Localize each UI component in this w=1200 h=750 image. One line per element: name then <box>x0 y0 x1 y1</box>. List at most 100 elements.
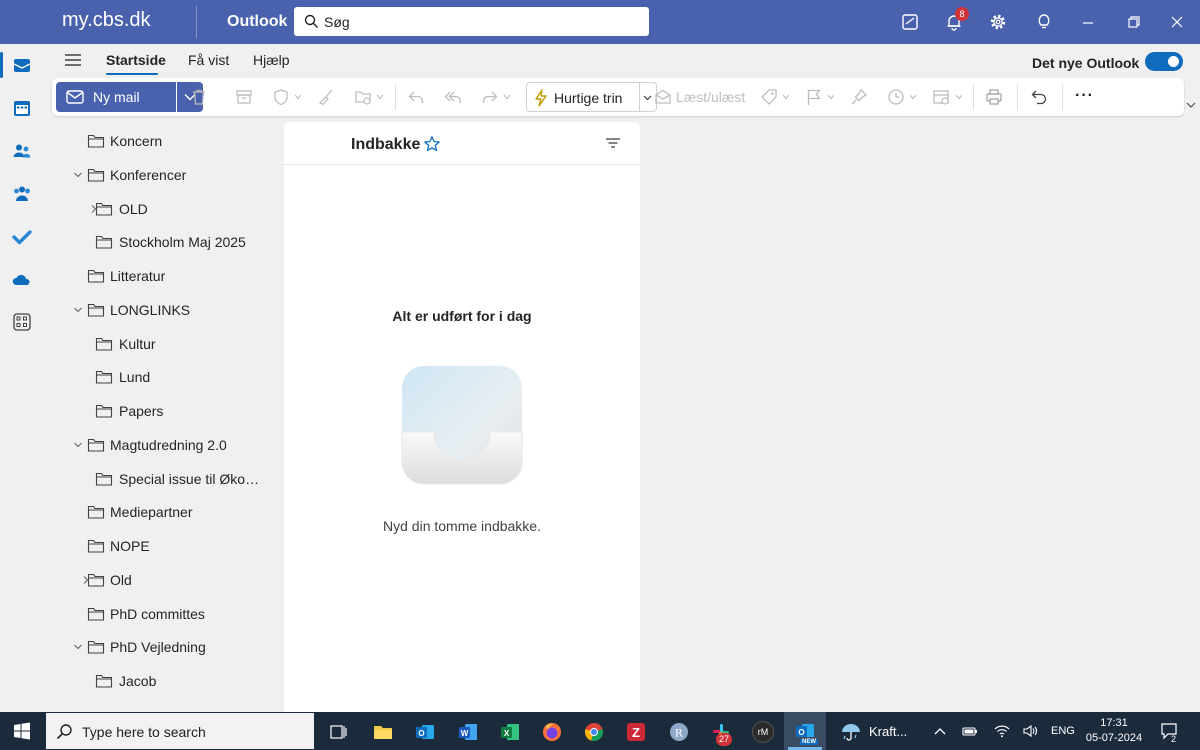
search-input[interactable] <box>324 11 634 32</box>
weather-label[interactable]: Kraft... <box>869 724 907 739</box>
archive-icon[interactable] <box>235 88 253 106</box>
folder-icon <box>95 404 113 418</box>
close-icon[interactable] <box>1167 12 1187 32</box>
gear-icon[interactable] <box>988 12 1008 32</box>
folder-item[interactable]: Kultur <box>44 333 274 359</box>
folder-label: PhD Vejledning <box>110 639 206 656</box>
folder-item[interactable]: Stockholm Maj 2025 <box>44 231 274 257</box>
new-mail-button[interactable]: Ny mail <box>56 82 176 112</box>
more-options-button[interactable]: ··· <box>1075 87 1094 105</box>
folder-icon <box>87 607 105 621</box>
snooze-clock-icon[interactable] <box>887 88 905 106</box>
minimize-icon[interactable] <box>1078 12 1098 32</box>
windows-start-icon[interactable] <box>13 722 31 740</box>
folder-item[interactable]: Magtudredning 2.0 <box>44 434 274 460</box>
report-shield-icon[interactable] <box>272 88 290 106</box>
folder-item[interactable]: Old <box>44 569 274 595</box>
folder-item[interactable]: PhD committes <box>44 603 274 629</box>
print-icon[interactable] <box>985 88 1003 106</box>
battery-icon[interactable] <box>962 724 978 738</box>
file-explorer-icon[interactable] <box>372 721 394 743</box>
firefox-icon[interactable] <box>541 721 563 743</box>
chevron-down-icon[interactable] <box>73 305 83 315</box>
folder-item[interactable]: Litteratur <box>44 265 274 291</box>
forward-icon[interactable] <box>481 88 499 106</box>
onedrive-icon[interactable] <box>12 270 32 290</box>
chevron-down-icon[interactable] <box>73 170 83 180</box>
weather-umbrella-icon[interactable] <box>840 721 862 743</box>
taskbar-search[interactable]: Type here to search <box>46 713 314 749</box>
chevron-down-icon[interactable] <box>909 93 917 101</box>
lightning-icon <box>535 89 547 107</box>
chevron-down-icon[interactable] <box>376 93 384 101</box>
quick-steps-button[interactable]: Hurtige trin <box>526 82 640 112</box>
folder-item[interactable]: Konferencer <box>44 164 274 190</box>
tab-help[interactable]: Hjælp <box>253 52 290 68</box>
volume-icon[interactable] <box>1022 724 1038 738</box>
folder-label: Stockholm Maj 2025 <box>119 234 246 251</box>
rules-icon[interactable] <box>932 88 950 106</box>
mail-icon[interactable] <box>12 55 32 75</box>
ribbon-expand-icon[interactable] <box>1186 101 1196 109</box>
chevron-up-icon[interactable] <box>932 724 948 738</box>
chevron-down-icon[interactable] <box>955 93 963 101</box>
folder-item[interactable]: Papers <box>44 400 274 426</box>
read-unread-button[interactable]: Læst/ulæst <box>654 88 745 109</box>
flag-icon[interactable] <box>805 88 823 106</box>
pin-icon[interactable] <box>850 88 868 106</box>
r-icon[interactable]: R <box>668 721 690 743</box>
folder-item[interactable]: Lund <box>44 366 274 392</box>
filter-icon[interactable] <box>605 136 621 150</box>
chevron-down-icon[interactable] <box>827 93 835 101</box>
chrome-icon[interactable] <box>583 721 605 743</box>
folder-item[interactable]: OLD <box>44 198 274 224</box>
folder-icon <box>87 573 105 587</box>
lightbulb-icon[interactable] <box>1034 12 1054 32</box>
folder-item[interactable]: LONGLINKS <box>44 299 274 325</box>
calendar-icon[interactable] <box>12 98 32 118</box>
new-outlook-toggle[interactable] <box>1145 52 1183 71</box>
chevron-down-icon[interactable] <box>782 93 790 101</box>
people-icon[interactable] <box>12 141 32 161</box>
remarkable-icon[interactable]: rM <box>752 721 774 743</box>
sweep-icon[interactable] <box>317 88 335 106</box>
wifi-icon[interactable] <box>994 724 1010 738</box>
my-day-icon[interactable] <box>900 12 920 32</box>
chevron-down-icon[interactable] <box>294 93 302 101</box>
tag-icon[interactable] <box>760 88 778 106</box>
apps-icon[interactable] <box>12 312 32 332</box>
move-to-folder-icon[interactable] <box>354 88 372 106</box>
chevron-down-icon[interactable] <box>503 93 511 101</box>
folder-item[interactable]: Koncern <box>44 130 274 156</box>
todo-icon[interactable] <box>12 227 32 247</box>
folder-item[interactable]: Mediepartner <box>44 501 274 527</box>
folder-item[interactable]: NOPE <box>44 535 274 561</box>
reply-all-icon[interactable] <box>444 88 462 106</box>
outlook-classic-icon[interactable]: O <box>414 721 436 743</box>
star-icon[interactable] <box>423 135 441 153</box>
brand-link[interactable]: my.cbs.dk <box>62 9 151 32</box>
folder-item[interactable]: PhD Vejledning <box>44 636 274 662</box>
clock[interactable]: 17:31 05-07-2024 <box>1085 716 1143 746</box>
undo-icon[interactable] <box>1030 88 1048 106</box>
folder-icon <box>87 641 105 654</box>
tab-home[interactable]: Startside <box>106 52 166 68</box>
chevron-down-icon[interactable] <box>73 642 83 652</box>
task-view-icon[interactable] <box>327 721 349 743</box>
hamburger-menu-icon[interactable] <box>64 52 82 68</box>
zotero-icon[interactable]: Z <box>625 721 647 743</box>
word-icon[interactable]: W <box>457 721 479 743</box>
restore-icon[interactable] <box>1124 12 1144 32</box>
clock-date: 05-07-2024 <box>1085 732 1143 744</box>
language-indicator[interactable]: ENG <box>1051 725 1075 737</box>
folder-item[interactable]: Jacob <box>44 670 274 696</box>
folder-label: Mediepartner <box>110 504 193 521</box>
folder-item[interactable]: Special issue til Økonomi og Politik <box>44 468 274 494</box>
groups-icon[interactable] <box>12 184 32 204</box>
excel-icon[interactable]: X <box>499 721 521 743</box>
tab-view[interactable]: Få vist <box>188 52 229 68</box>
search-box[interactable] <box>294 7 649 36</box>
reply-icon[interactable] <box>407 88 425 106</box>
delete-icon[interactable] <box>190 88 208 106</box>
chevron-down-icon[interactable] <box>73 440 83 450</box>
